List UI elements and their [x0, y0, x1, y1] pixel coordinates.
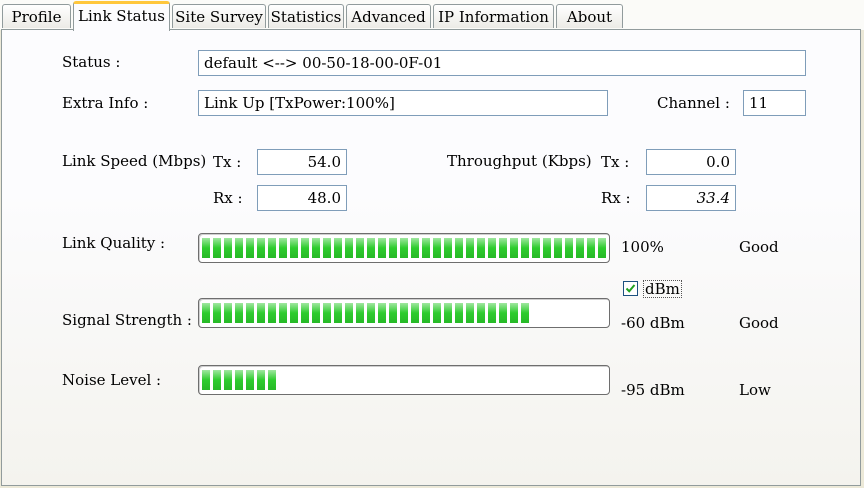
noise-level-fill	[202, 370, 276, 390]
dbm-label[interactable]: dBm	[643, 280, 682, 298]
signal-strength-fill	[202, 303, 529, 323]
link-speed-rx-field: 48.0	[257, 185, 347, 211]
tab-about[interactable]: About	[556, 4, 623, 28]
noise-level-bar	[198, 365, 610, 395]
throughput-rx-field: 33.4	[646, 185, 736, 211]
throughput-rx-label: Rx :	[601, 189, 631, 207]
signal-strength-label: Signal Strength :	[62, 311, 192, 329]
extra-info-field: Link Up [TxPower:100%]	[198, 90, 608, 116]
tab-statistics[interactable]: Statistics	[268, 4, 344, 28]
link-quality-rating: Good	[739, 238, 779, 256]
status-field: default <--> 00-50-18-00-0F-01	[198, 50, 806, 76]
channel-field: 11	[743, 90, 806, 116]
tab-profile[interactable]: Profile	[2, 4, 71, 28]
throughput-label: Throughput (Kbps)	[447, 152, 592, 170]
link-quality-fill	[202, 238, 606, 258]
signal-strength-bar	[198, 298, 610, 328]
tab-strip: Profile Link Status Site Survey Statisti…	[0, 0, 864, 31]
link-speed-rx-label: Rx :	[213, 189, 243, 207]
link-speed-label: Link Speed (Mbps)	[62, 152, 207, 170]
link-quality-bar	[198, 233, 610, 263]
noise-level-label: Noise Level :	[62, 371, 162, 389]
noise-level-rating: Low	[739, 381, 771, 399]
dbm-checkbox[interactable]	[623, 281, 638, 296]
signal-strength-value: -60 dBm	[621, 314, 685, 332]
tab-link-status[interactable]: Link Status	[73, 1, 170, 31]
throughput-tx-label: Tx :	[601, 153, 630, 171]
signal-strength-rating: Good	[739, 314, 779, 332]
throughput-tx-field: 0.0	[646, 149, 736, 175]
extra-info-label: Extra Info :	[62, 94, 149, 112]
status-label: Status :	[62, 53, 121, 71]
channel-label: Channel :	[657, 94, 730, 112]
link-quality-value: 100%	[621, 238, 664, 256]
tab-ip-information[interactable]: IP Information	[433, 4, 554, 28]
link-quality-label: Link Quality :	[62, 234, 166, 252]
tab-site-survey[interactable]: Site Survey	[172, 4, 266, 28]
check-icon	[625, 284, 636, 293]
noise-level-value: -95 dBm	[621, 381, 685, 399]
link-speed-tx-label: Tx :	[213, 153, 242, 171]
tab-advanced[interactable]: Advanced	[346, 4, 431, 28]
link-speed-tx-field: 54.0	[257, 149, 347, 175]
